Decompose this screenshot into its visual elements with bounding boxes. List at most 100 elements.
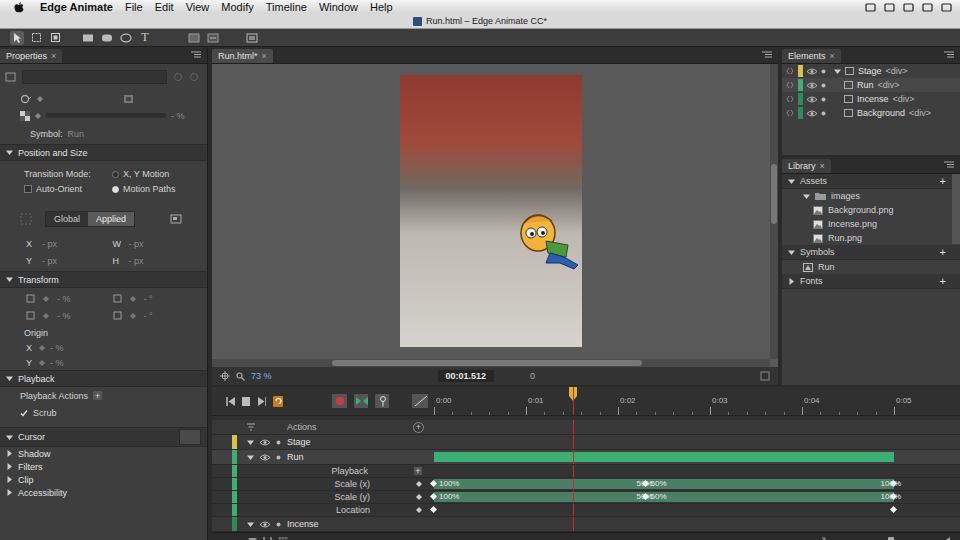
eye-icon[interactable] [260, 521, 270, 528]
position-field[interactable]: Y- px [26, 254, 113, 267]
key-diamond-icon[interactable] [43, 313, 49, 319]
coordinate-space-icon[interactable] [170, 214, 182, 224]
visibility-icon[interactable] [20, 94, 32, 104]
go-to-start-icon[interactable] [226, 397, 235, 406]
section-header[interactable]: Clip [0, 473, 207, 486]
rectangle-tool[interactable] [81, 31, 95, 45]
coordinate-tab[interactable]: Global [46, 212, 88, 226]
library-item[interactable]: Run [782, 260, 960, 274]
code-icon[interactable] [786, 81, 794, 89]
library-item[interactable]: Incense.png [782, 217, 960, 231]
transform-tool[interactable] [29, 31, 43, 45]
code-icon[interactable] [786, 95, 794, 103]
overflow-icon[interactable] [123, 94, 134, 104]
expand-arrow-icon[interactable] [247, 439, 254, 446]
crosshair-icon[interactable] [220, 371, 230, 381]
magnet-icon[interactable] [263, 537, 272, 540]
add-action-button[interactable]: + [93, 391, 102, 400]
add-button[interactable]: + [940, 175, 946, 187]
key-diamond-icon[interactable] [37, 96, 43, 102]
section-header[interactable]: Shadow [0, 447, 207, 460]
auto-keyframe-icon[interactable] [332, 394, 346, 408]
transform-field[interactable]: - ° [113, 292, 200, 305]
section-header[interactable]: Position and Size [0, 144, 207, 161]
panel-menu-icon[interactable] [191, 51, 201, 58]
lock-dot-icon[interactable] [821, 69, 826, 74]
fill-color[interactable] [187, 31, 201, 45]
library-section[interactable]: Symbols + [782, 245, 960, 260]
current-frame[interactable]: 0 [530, 371, 535, 381]
filter-icon[interactable] [248, 537, 257, 540]
code-icon[interactable] [786, 67, 794, 75]
key-diamond-icon[interactable] [130, 313, 136, 319]
position-field[interactable]: H- px [113, 254, 200, 267]
add-button[interactable]: + [940, 246, 946, 258]
element-row[interactable]: Incense <div> [782, 92, 960, 106]
panel-menu-icon[interactable] [944, 161, 954, 168]
eye-icon[interactable] [260, 454, 270, 461]
clip-tool[interactable] [48, 31, 62, 45]
zoom-level[interactable]: 73 % [251, 371, 272, 381]
eye-icon[interactable] [807, 82, 817, 89]
library-item[interactable]: Background.png [782, 203, 960, 217]
add-keyframe-icon[interactable] [416, 494, 422, 500]
fit-icon[interactable] [760, 371, 770, 381]
timeline-row[interactable]: Scale (x) 100% 50% 50% 100% [212, 478, 960, 491]
library-section[interactable]: Fonts + [782, 274, 960, 289]
run-character[interactable] [516, 209, 582, 273]
close-button[interactable]: × [820, 161, 825, 171]
element-row[interactable]: Background <div> [782, 106, 960, 120]
expand-arrow-icon[interactable] [803, 193, 810, 200]
status-icon[interactable] [884, 3, 895, 12]
radio-option[interactable]: X, Y Motion [112, 169, 199, 179]
auto-orient-checkbox[interactable]: Auto-Orient [24, 184, 112, 194]
timeline-row[interactable]: Playback + [212, 465, 960, 478]
eye-icon[interactable] [807, 110, 817, 117]
auto-transition-icon[interactable] [354, 394, 368, 408]
keyframe[interactable] [430, 506, 437, 513]
section-header[interactable]: Filters [0, 460, 207, 473]
time-ruler[interactable]: 0:00 0:01 0:02 0:03 0:04 0:05 [428, 387, 960, 415]
library-scrollbar[interactable] [952, 174, 960, 244]
lock-dot-icon[interactable] [821, 111, 826, 116]
expand-arrow-icon[interactable] [834, 68, 841, 75]
timeline-row[interactable]: Location [212, 504, 960, 517]
origin-field[interactable]: X - % [0, 340, 207, 355]
lock-dot-icon[interactable] [276, 455, 281, 460]
transform-field[interactable]: - ° [113, 309, 200, 322]
cursor-picker[interactable] [179, 429, 201, 445]
link-icon[interactable] [173, 72, 183, 82]
code-icon[interactable] [786, 109, 794, 117]
stop-icon[interactable] [242, 397, 250, 406]
section-header[interactable]: Cursor [0, 427, 207, 447]
key-diamond-icon[interactable] [39, 360, 45, 366]
section-header[interactable]: Playback [0, 370, 207, 387]
lock-dot-icon[interactable] [276, 522, 281, 527]
apple-icon[interactable] [14, 2, 24, 13]
keyframe[interactable] [890, 506, 897, 513]
menu-item[interactable]: Window [319, 1, 358, 13]
close-button[interactable]: × [830, 51, 835, 61]
opacity-reading[interactable]: - % [171, 111, 185, 121]
text-tool[interactable]: T [138, 31, 152, 45]
current-time[interactable]: 00:01.512 [438, 370, 495, 382]
library-section[interactable]: Assets + [782, 174, 960, 189]
key-diamond-icon[interactable] [35, 113, 41, 119]
zoom-in-icon[interactable] [938, 537, 950, 540]
loop-icon[interactable] [273, 396, 283, 407]
pin-icon[interactable] [375, 394, 389, 408]
coordinate-tab[interactable]: Applied [88, 212, 134, 226]
filter-icon[interactable] [247, 423, 255, 431]
expand-arrow-icon[interactable] [247, 454, 254, 461]
menu-item[interactable]: Timeline [266, 1, 307, 13]
panel-tab[interactable]: Library× [782, 159, 831, 173]
rounded-rect-tool[interactable] [100, 31, 114, 45]
status-icon[interactable] [941, 3, 952, 12]
transform-field[interactable]: - % [26, 309, 113, 322]
select-tool[interactable] [10, 31, 24, 45]
scrub-checkbox[interactable]: Scrub [0, 404, 207, 421]
element-row[interactable]: Run <div> [782, 78, 960, 92]
eye-icon[interactable] [260, 439, 270, 446]
section-header[interactable]: Accessibility [0, 486, 207, 499]
panel-menu-icon[interactable] [762, 51, 772, 58]
